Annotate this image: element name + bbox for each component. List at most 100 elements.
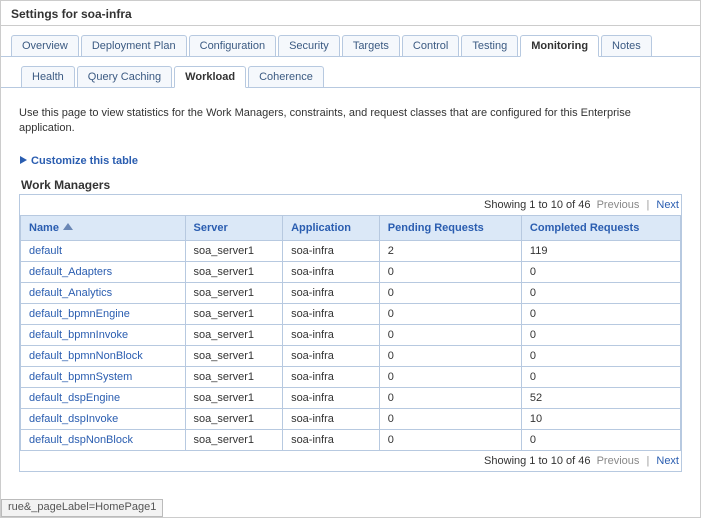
col-name[interactable]: Name — [21, 215, 186, 240]
customize-label: Customize this table — [31, 155, 138, 167]
page-title: Settings for soa-infra — [1, 1, 700, 26]
cell-app: soa-infra — [283, 324, 380, 345]
table-row: default_dspEnginesoa_server1soa-infra052 — [21, 387, 681, 408]
cell-app: soa-infra — [283, 408, 380, 429]
cell-app: soa-infra — [283, 387, 380, 408]
cell-app: soa-infra — [283, 345, 380, 366]
cell-app: soa-infra — [283, 429, 380, 450]
main-tabs: OverviewDeployment PlanConfigurationSecu… — [1, 26, 700, 57]
tab-configuration[interactable]: Configuration — [189, 35, 276, 56]
cell-pending: 0 — [379, 303, 521, 324]
work-manager-link[interactable]: default_dspNonBlock — [29, 434, 133, 446]
tab-deployment-plan[interactable]: Deployment Plan — [81, 35, 187, 56]
table-row: default_Analyticssoa_server1soa-infra00 — [21, 282, 681, 303]
table-row: default_bpmnEnginesoa_server1soa-infra00 — [21, 303, 681, 324]
pager-range: Showing 1 to 10 of 46 — [484, 199, 590, 211]
cell-pending: 2 — [379, 240, 521, 261]
cell-pending: 0 — [379, 282, 521, 303]
cell-pending: 0 — [379, 387, 521, 408]
work-manager-link[interactable]: default_Analytics — [29, 287, 112, 299]
table-row: default_dspNonBlocksoa_server1soa-infra0… — [21, 429, 681, 450]
cell-server: soa_server1 — [185, 408, 283, 429]
work-manager-link[interactable]: default — [29, 245, 62, 257]
cell-name: default_dspEngine — [21, 387, 186, 408]
tab-testing[interactable]: Testing — [461, 35, 518, 56]
cell-completed: 0 — [521, 303, 680, 324]
table-row: default_Adapterssoa_server1soa-infra00 — [21, 261, 681, 282]
tab-control[interactable]: Control — [402, 35, 459, 56]
pager-range: Showing 1 to 10 of 46 — [484, 455, 590, 467]
work-managers-table-container: Showing 1 to 10 of 46 Previous | Next Na… — [19, 194, 682, 472]
pager-bottom: Showing 1 to 10 of 46 Previous | Next — [20, 451, 681, 471]
cell-pending: 0 — [379, 261, 521, 282]
cell-completed: 119 — [521, 240, 680, 261]
tab-targets[interactable]: Targets — [342, 35, 400, 56]
cell-pending: 0 — [379, 429, 521, 450]
status-bar: rue&_pageLabel=HomePage1 — [1, 499, 163, 517]
col-pending-requests[interactable]: Pending Requests — [379, 215, 521, 240]
cell-app: soa-infra — [283, 303, 380, 324]
cell-pending: 0 — [379, 408, 521, 429]
cell-completed: 52 — [521, 387, 680, 408]
cell-name: default_Adapters — [21, 261, 186, 282]
customize-table-link[interactable]: Customize this table — [19, 155, 138, 168]
sort-asc-icon — [63, 222, 73, 234]
pager-sep: | — [642, 455, 653, 467]
cell-pending: 0 — [379, 324, 521, 345]
sub-tabs: HealthQuery CachingWorkloadCoherence — [1, 57, 700, 88]
cell-pending: 0 — [379, 366, 521, 387]
work-managers-table: NameServerApplicationPending RequestsCom… — [20, 215, 681, 451]
cell-name: default_bpmnNonBlock — [21, 345, 186, 366]
cell-name: default_dspNonBlock — [21, 429, 186, 450]
col-completed-requests[interactable]: Completed Requests — [521, 215, 680, 240]
cell-name: default_bpmnInvoke — [21, 324, 186, 345]
work-manager-link[interactable]: default_Adapters — [29, 266, 112, 278]
work-manager-link[interactable]: default_bpmnInvoke — [29, 329, 128, 341]
tab-overview[interactable]: Overview — [11, 35, 79, 56]
cell-app: soa-infra — [283, 282, 380, 303]
cell-server: soa_server1 — [185, 345, 283, 366]
subtab-query-caching[interactable]: Query Caching — [77, 66, 172, 87]
cell-name: default — [21, 240, 186, 261]
cell-server: soa_server1 — [185, 240, 283, 261]
cell-completed: 0 — [521, 324, 680, 345]
cell-server: soa_server1 — [185, 303, 283, 324]
work-manager-link[interactable]: default_bpmnEngine — [29, 308, 130, 320]
cell-completed: 0 — [521, 345, 680, 366]
cell-app: soa-infra — [283, 366, 380, 387]
tab-security[interactable]: Security — [278, 35, 340, 56]
table-row: default_bpmnSystemsoa_server1soa-infra00 — [21, 366, 681, 387]
cell-name: default_bpmnSystem — [21, 366, 186, 387]
table-row: defaultsoa_server1soa-infra2119 — [21, 240, 681, 261]
subtab-workload[interactable]: Workload — [174, 66, 246, 88]
work-manager-link[interactable]: default_dspEngine — [29, 392, 120, 404]
pager-top: Showing 1 to 10 of 46 Previous | Next — [20, 195, 681, 215]
cell-completed: 0 — [521, 282, 680, 303]
pager-sep: | — [642, 199, 653, 211]
tab-monitoring[interactable]: Monitoring — [520, 35, 599, 57]
tab-notes[interactable]: Notes — [601, 35, 652, 56]
work-manager-link[interactable]: default_bpmnSystem — [29, 371, 132, 383]
subtab-health[interactable]: Health — [21, 66, 75, 87]
work-manager-link[interactable]: default_dspInvoke — [29, 413, 118, 425]
cell-completed: 0 — [521, 366, 680, 387]
col-server[interactable]: Server — [185, 215, 283, 240]
cell-completed: 10 — [521, 408, 680, 429]
cell-server: soa_server1 — [185, 366, 283, 387]
table-row: default_dspInvoke soa_server1soa-infra010 — [21, 408, 681, 429]
cell-pending: 0 — [379, 345, 521, 366]
description-text: Use this page to view statistics for the… — [19, 106, 682, 137]
cell-server: soa_server1 — [185, 429, 283, 450]
table-row: default_bpmnNonBlock soa_server1soa-infra… — [21, 345, 681, 366]
pager-prev: Previous — [597, 455, 640, 467]
work-manager-link[interactable]: default_bpmnNonBlock — [29, 350, 143, 362]
pager-next[interactable]: Next — [656, 199, 679, 211]
cell-name: default_dspInvoke — [21, 408, 186, 429]
expand-icon — [19, 155, 31, 168]
cell-name: default_bpmnEngine — [21, 303, 186, 324]
subtab-coherence[interactable]: Coherence — [248, 66, 324, 87]
cell-completed: 0 — [521, 429, 680, 450]
pager-prev: Previous — [597, 199, 640, 211]
pager-next[interactable]: Next — [656, 455, 679, 467]
col-application[interactable]: Application — [283, 215, 380, 240]
